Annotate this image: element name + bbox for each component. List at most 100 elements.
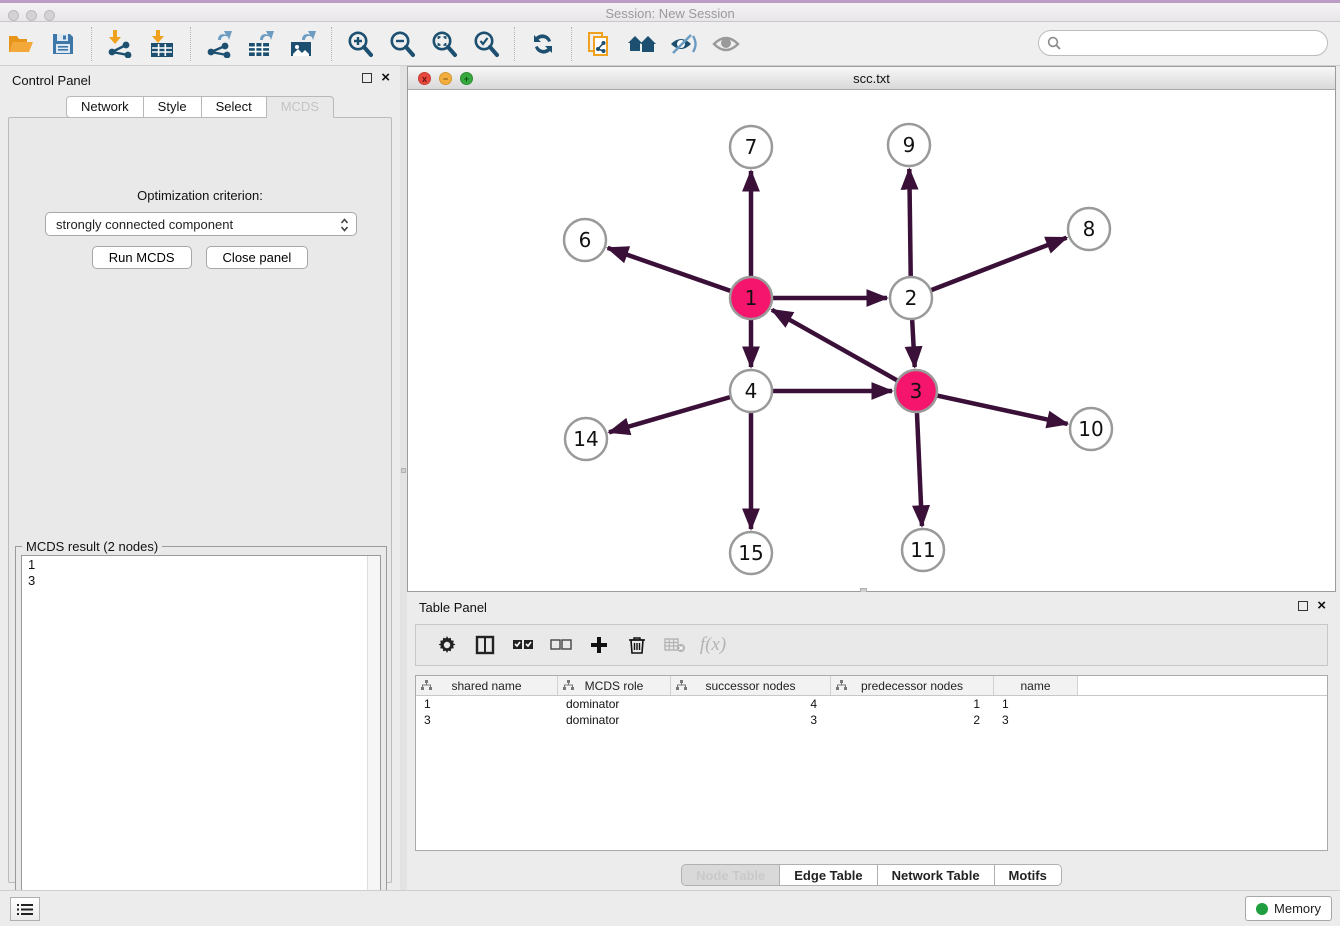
table-tabs: Node Table Edge Table Network Table Moti…	[407, 864, 1336, 886]
network-window-titlebar[interactable]: x − + scc.txt	[408, 67, 1335, 90]
tab-network[interactable]: Network	[66, 96, 144, 118]
close-panel-icon[interactable]: ×	[381, 73, 390, 83]
add-column-icon[interactable]	[584, 630, 614, 660]
sort-icon[interactable]	[421, 680, 432, 694]
graph-edge-2-3[interactable]	[912, 319, 915, 367]
app-title: Session: New Session	[0, 6, 1340, 21]
column-header-mcds-role[interactable]: MCDS role	[558, 676, 671, 695]
column-header-name[interactable]: name	[994, 676, 1078, 695]
column-header-shared-name[interactable]: shared name	[416, 676, 558, 695]
tab-select[interactable]: Select	[202, 96, 267, 118]
table-close-panel-icon[interactable]: ×	[1317, 601, 1326, 611]
table-panel-title: Table Panel	[419, 600, 487, 615]
network-canvas[interactable]: 7968124314101511	[409, 90, 1334, 590]
run-mcds-button[interactable]: Run MCDS	[92, 246, 192, 269]
tab-mcds[interactable]: MCDS	[267, 96, 334, 118]
cell-shared-name: 3	[416, 712, 558, 728]
graph-node-label: 2	[905, 286, 918, 310]
network-window-title: scc.txt	[408, 71, 1335, 86]
cell-name: 3	[994, 712, 1078, 728]
import-network-icon[interactable]	[103, 28, 137, 60]
tab-network-table[interactable]: Network Table	[878, 864, 995, 886]
gear-icon[interactable]	[432, 630, 462, 660]
table-header-row: shared name MCDS role successor nodes pr…	[416, 676, 1327, 696]
export-image-icon[interactable]	[286, 28, 320, 60]
table-float-panel-icon[interactable]	[1298, 601, 1308, 611]
optimization-criterion-dropdown[interactable]: strongly connected component	[45, 212, 357, 236]
cell-shared-name: 1	[416, 696, 558, 712]
graph-node-label: 8	[1083, 217, 1096, 241]
cell-name: 1	[994, 696, 1078, 712]
status-bar: Memory	[0, 890, 1340, 926]
toolbar-separator	[91, 27, 92, 61]
vertical-splitter[interactable]	[400, 66, 407, 890]
graph-edge-3-10[interactable]	[937, 395, 1068, 423]
graph-node-label: 3	[910, 379, 923, 403]
tab-motifs[interactable]: Motifs	[995, 864, 1062, 886]
import-table-icon[interactable]	[145, 28, 179, 60]
table-toolbar: f(x)	[415, 624, 1328, 666]
tab-edge-table[interactable]: Edge Table	[780, 864, 877, 886]
column-layout-icon[interactable]	[470, 630, 500, 660]
zoom-in-icon[interactable]	[343, 28, 377, 60]
save-session-icon[interactable]	[46, 28, 80, 60]
tab-style[interactable]: Style	[144, 96, 202, 118]
deselect-all-checkbox-icon[interactable]	[546, 630, 576, 660]
table-row[interactable]: 3 dominator 3 2 3	[416, 712, 1327, 728]
hide-panel-eye-icon[interactable]	[667, 28, 701, 60]
sort-icon[interactable]	[563, 680, 574, 694]
column-header-successor-nodes[interactable]: successor nodes	[671, 676, 831, 695]
mcds-panel-body: Optimization criterion: strongly connect…	[8, 117, 392, 883]
delete-table-icon[interactable]	[660, 630, 690, 660]
graph-node-label: 15	[738, 541, 763, 565]
app-titlebar: Session: New Session	[0, 0, 1340, 22]
network-view-window: x − + scc.txt 7968124314101511	[407, 66, 1336, 592]
function-builder-icon[interactable]: f(x)	[698, 630, 728, 660]
show-panel-eye-icon[interactable]	[709, 28, 743, 60]
select-all-checkbox-icon[interactable]	[508, 630, 538, 660]
sort-icon[interactable]	[676, 680, 687, 694]
zoom-fit-icon[interactable]	[427, 28, 461, 60]
result-scrollbar[interactable]	[367, 556, 380, 923]
mcds-result-list[interactable]: 1 3	[21, 555, 381, 924]
memory-button[interactable]: Memory	[1245, 896, 1332, 921]
cell-mcds-role: dominator	[558, 712, 671, 728]
sort-icon[interactable]	[836, 680, 847, 694]
mcds-result-item: 1	[22, 556, 380, 572]
home-icon[interactable]	[625, 28, 659, 60]
graph-edge-3-1[interactable]	[772, 310, 898, 381]
control-panel: Control Panel × Network Style Select MCD…	[0, 66, 400, 890]
graph-edge-4-14[interactable]	[609, 397, 731, 432]
clone-network-icon[interactable]	[583, 28, 617, 60]
zoom-selected-icon[interactable]	[469, 28, 503, 60]
graph-edge-1-6[interactable]	[608, 248, 732, 291]
column-header-predecessor-nodes[interactable]: predecessor nodes	[831, 676, 994, 695]
refresh-icon[interactable]	[526, 28, 560, 60]
graph-edge-3-11[interactable]	[917, 412, 922, 526]
float-panel-icon[interactable]	[362, 73, 372, 83]
mcds-result-item: 3	[22, 572, 380, 588]
table-row[interactable]: 1 dominator 4 1 1	[416, 696, 1327, 712]
graph-edge-2-9[interactable]	[909, 169, 910, 277]
export-network-icon[interactable]	[202, 28, 236, 60]
graph-edge-2-8[interactable]	[931, 238, 1067, 291]
search-icon	[1047, 36, 1061, 53]
cell-successor-nodes: 4	[671, 696, 831, 712]
search-input[interactable]	[1038, 30, 1328, 56]
column-label: name	[1020, 679, 1050, 693]
close-panel-button[interactable]: Close panel	[206, 246, 309, 269]
tab-node-table[interactable]: Node Table	[681, 864, 780, 886]
toolbar-separator	[331, 27, 332, 61]
zoom-out-icon[interactable]	[385, 28, 419, 60]
open-session-icon[interactable]	[4, 28, 38, 60]
graph-node-label: 4	[745, 379, 758, 403]
graph-node-label: 14	[573, 427, 598, 451]
mcds-result-group: MCDS result (2 nodes) 1 3	[15, 546, 387, 926]
column-label: MCDS role	[585, 679, 644, 693]
graph-node-label: 9	[903, 133, 916, 157]
export-table-icon[interactable]	[244, 28, 278, 60]
task-history-button[interactable]	[10, 897, 40, 921]
network-graph[interactable]: 7968124314101511	[409, 90, 1334, 590]
toolbar-separator	[190, 27, 191, 61]
delete-column-icon[interactable]	[622, 630, 652, 660]
